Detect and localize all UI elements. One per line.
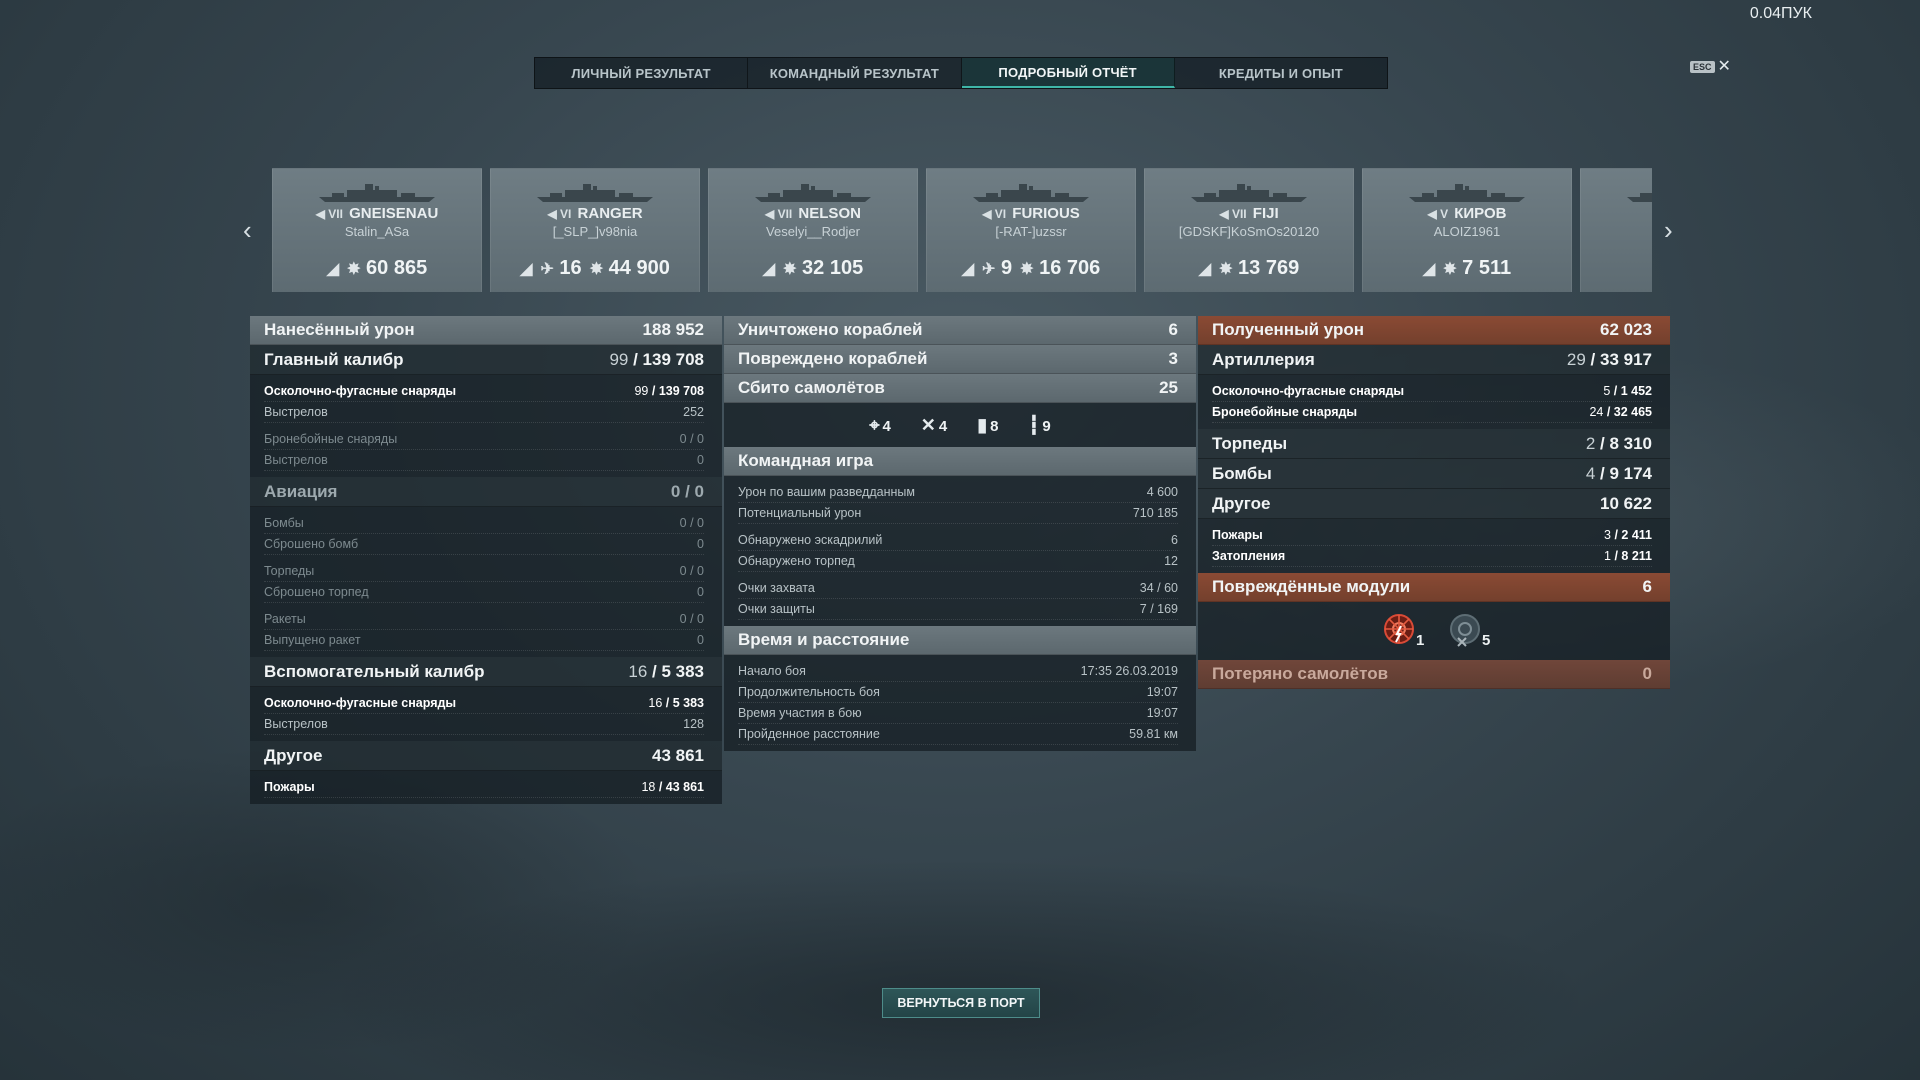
damage-icon: ✸ [589,261,604,278]
tab-credits-xp[interactable]: КРЕДИТЫ И ОПЫТ [1175,58,1387,88]
ship-stats: ◢ ✸ 13 769 [1198,257,1300,279]
damage-icon: ✸ [347,261,361,278]
planes-shot-down-header: Сбито самолётов 25 [724,374,1196,403]
crosshair-icon: ⌖ 4 [869,414,891,435]
ship-name: ◀ V КИРОВ [1427,205,1507,222]
ship-name: ◀ VI FURIOUS [982,205,1080,222]
ships-team-panel: Уничтожено кораблей 6 Повреждено кораблей… [724,316,1196,751]
tab-bar: ЛИЧНЫЙ РЕЗУЛЬТАТ КОМАНДНЫЙ РЕЗУЛЬТАТ ПОД… [534,57,1388,89]
return-to-port-button[interactable]: ВЕРНУТЬСЯ В ПОРТ [882,988,1040,1018]
ship-stats: ◢ ✈ 9 ✸ 16 706 [961,257,1101,279]
ship-class-icon: ◢ [1198,260,1212,278]
ship-class-icon: ◢ [326,260,340,278]
damage-icon: ✸ [783,261,797,278]
received-bombs-header: Бомбы 4 / 9 174 [1198,459,1670,489]
esc-key-icon: ESC [1690,61,1715,73]
ship-card[interactable]: ◀ VI RANGER [_SLP_]v98nia ◢ ✈ 16 ✸ 44 900 [490,168,700,292]
received-torpedoes-header: Торпеды 2 / 8 310 [1198,429,1670,459]
secondary-caliber-header: Вспомогательный калибр 16 / 5 383 [250,657,722,687]
damaged-modules-header: Повреждённые модули 6 [1198,573,1670,602]
damaged-ships-header: Повреждено кораблей 3 [724,345,1196,374]
player-name: [-RAT-]uzssr [995,224,1067,239]
other-damage-rows: Пожары 18 / 43 861 [250,771,722,804]
ship-stats: ◢ ✸ 7 511 [1422,257,1512,279]
bomber-icon: ▮ 8 [977,414,999,435]
ship-class-icon: ◢ [961,260,975,278]
time-distance-rows: Начало боя 17:35 26.03.2019 Продолжительн… [724,655,1196,751]
damage-icon: ✸ [1020,261,1034,278]
aviation-rows: Бомбы 0 / 0 Сброшено бомб 0 Торпеды 0 / 0 С… [250,507,722,657]
dealt-damage-panel: Нанесённый урон 188 952 Главный калибр 99… [250,316,722,804]
ship-class-icon: ◢ [762,260,776,278]
player-name: Stalin_ASa [344,224,410,239]
ship-card[interactable]: ◀ V КИРОВ ALOIZ1961 ◢ ✸ 7 511 [1362,168,1572,292]
ship-card[interactable]: ◀ VI FURIOUS [-RAT-]uzssr ◢ ✈ 9 ✸ 16 706 [926,168,1136,292]
ship-name: ◀ VII NELSON [765,205,861,222]
player-name: ALOIZ1961 [1433,224,1501,239]
aviation-header: Авиация 0 / 0 [250,477,722,507]
ship-class-icon: ◢ [1422,260,1436,278]
dealt-damage-header: Нанесённый урон 188 952 [250,316,722,345]
stat-row: Осколочно-фугасные снаряды 99 / 139 708 [264,381,704,402]
stat-row: Выстрелов 0 [264,450,704,471]
damage-icon: ✸ [1443,261,1457,278]
ship-card[interactable]: ◀ V ◢ [1580,168,1652,292]
carousel-next-arrow-icon[interactable]: › [1664,215,1673,246]
ship-card[interactable]: ◀ VII FIJI [GDSKF]KoSmOs20120 ◢ ✸ 13 769 [1144,168,1354,292]
torpedo-bomber-icon: ┇ 9 [1028,414,1051,435]
time-distance-header: Время и расстояние [724,626,1196,655]
received-other-rows: Пожары 3 / 2 411 Затопления 1 / 8 211 [1198,519,1670,573]
ship-carousel: ◀ VII GNEISENAU Stalin_ASa ◢ ✸ 60 865 ◀ VI R… [272,168,1652,292]
ship-stats: ◢ ✈ 16 ✸ 44 900 [520,257,670,279]
planes-shot-icon: ✈ [540,261,554,278]
ship-name: ◀ VII GNEISENAU [315,205,439,222]
received-other-header: Другое 10 622 [1198,489,1670,519]
planes-shot-icon: ✈ [982,261,996,278]
artillery-rows: Осколочно-фугасные снаряды 5 / 1 452 Брон… [1198,375,1670,429]
carousel-prev-arrow-icon[interactable]: ‹ [243,215,252,246]
main-caliber-rows: Осколочно-фугасные снаряды 99 / 139 708 В… [250,375,722,477]
team-play-rows: Урон по вашим разведданным 4 600 Потенциа… [724,476,1196,626]
planes-by-type: ⌖ 4 ✕ 4 ▮ 8 ┇ 9 [724,403,1196,447]
team-play-header: Командная игра [724,447,1196,476]
steering-damaged-icon: 1 [1382,612,1424,650]
received-damage-panel: Полученный урон 62 023 Артиллерия 29 / 33… [1198,316,1670,689]
secondary-rows: Осколочно-фугасные снаряды 16 / 5 383 Выс… [250,687,722,741]
ship-card[interactable]: ◀ VII NELSON Veselyi__Rodjer ◢ ✸ 32 105 [708,168,918,292]
damage-icon: ✸ [1219,261,1233,278]
damaged-modules-icons: 1 5 [1198,602,1670,660]
ship-class-icon: ◢ [520,260,533,278]
ship-name: ◀ V [1581,205,1652,222]
ship-name: ◀ VI RANGER [547,205,643,222]
main-caliber-header: Главный калибр 99 / 139 708 [250,345,722,375]
esc-close-button[interactable]: ESC ✕ [1690,58,1731,75]
ship-stats: ◢ ✸ 60 865 [326,257,428,279]
artillery-header: Артиллерия 29 / 33 917 [1198,345,1670,375]
tab-personal[interactable]: ЛИЧНЫЙ РЕЗУЛЬТАТ [535,58,749,88]
player-name: Veselyi__Rodjer [766,224,860,239]
planes-lost-header: Потеряно самолётов 0 [1198,660,1670,689]
tab-detailed-report[interactable]: ПОДРОБНЫЙ ОТЧЁТ [961,58,1175,88]
engine-destroyed-icon: 5 [1448,612,1490,650]
stat-row: Бронебойные снаряды 0 / 0 [264,429,704,450]
ship-stats: ◢ [1581,257,1652,277]
ship-stats: ◢ ✸ 32 105 [762,257,864,279]
close-icon: ✕ [1717,58,1731,75]
version-label: 0.04ПУК [1749,5,1812,22]
ship-card[interactable]: ◀ VII GNEISENAU Stalin_ASa ◢ ✸ 60 865 [272,168,482,292]
other-damage-header: Другое 43 861 [250,741,722,771]
player-name: [_SLP_]v98nia [552,224,638,239]
fighter-icon: ✕ 4 [920,414,948,435]
tab-team[interactable]: КОМАНДНЫЙ РЕЗУЛЬТАТ [748,58,962,88]
destroyed-ships-header: Уничтожено кораблей 6 [724,316,1196,345]
stat-row: Выстрелов 252 [264,402,704,423]
received-damage-header: Полученный урон 62 023 [1198,316,1670,345]
player-name: [GDSKF]KoSmOs20120 [1178,224,1320,239]
ship-name: ◀ VII FIJI [1219,205,1279,222]
